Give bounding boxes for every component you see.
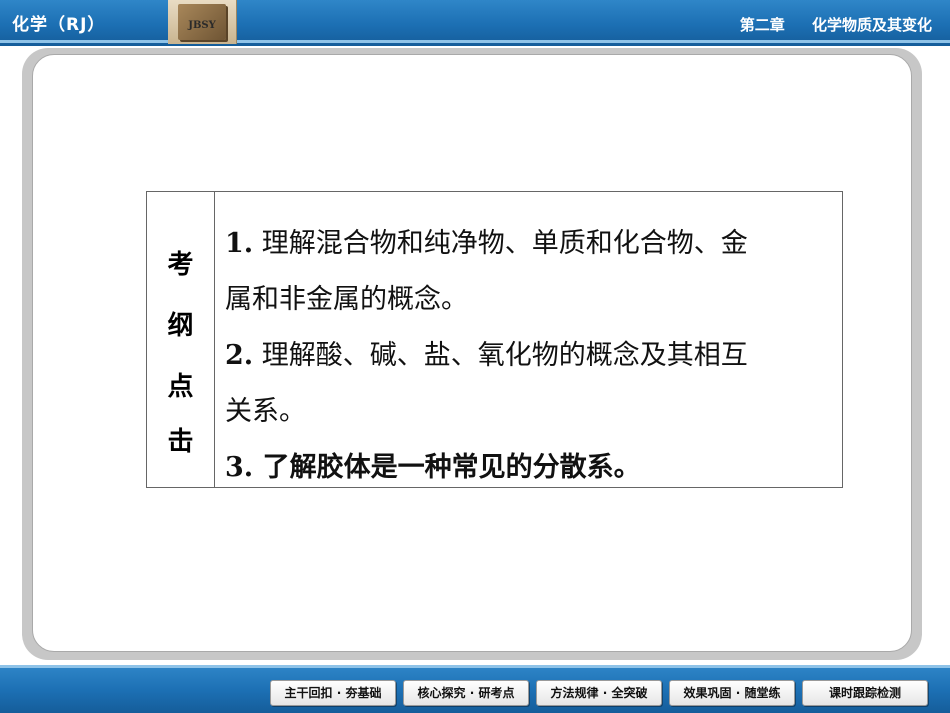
nav-button-explore[interactable]: 核心探究 · 研考点 [403, 680, 529, 706]
outline-item-1: 1. 理解混合物和纯净物、单质和化合物、金 属和非金属的概念。 [225, 216, 831, 328]
label-char: 纲 [167, 311, 194, 341]
item-text-continued: 关系。 [225, 396, 306, 427]
item-text: 了解胶体是一种常见的分散系。 [262, 452, 641, 483]
item-number: 3. [225, 452, 254, 483]
logo: JBSY [168, 0, 237, 44]
bottom-bar-highlight [0, 665, 950, 668]
chapter-number: 第二章 [739, 16, 785, 34]
logo-text: JBSY [188, 20, 216, 31]
outline-content: 1. 理解混合物和纯净物、单质和化合物、金 属和非金属的概念。 2. 理解酸、碱… [225, 216, 831, 496]
top-bar-highlight [0, 40, 950, 43]
item-text: 理解混合物和纯净物、单质和化合物、金 [261, 228, 748, 259]
label-char: 击 [167, 427, 194, 457]
item-number: 2. [225, 340, 254, 371]
item-number: 1. [225, 228, 254, 259]
item-text-continued: 属和非金属的概念。 [225, 284, 468, 315]
outline-box: 考 纲 点 击 1. 理解混合物和纯净物、单质和化合物、金 属和非金属的概念。 … [146, 191, 843, 488]
outline-item-2: 2. 理解酸、碱、盐、氧化物的概念及其相互 关系。 [225, 328, 831, 440]
label-char: 点 [167, 372, 194, 402]
label-char: 考 [167, 250, 194, 280]
item-text: 理解酸、碱、盐、氧化物的概念及其相互 [261, 340, 748, 371]
nav-button-methods[interactable]: 方法规律 · 全突破 [536, 680, 662, 706]
nav-button-review[interactable]: 主干回扣 · 夯基础 [270, 680, 396, 706]
chapter-heading: 第二章 化学物质及其变化 [718, 14, 932, 35]
subject-title: 化学（RJ） [12, 15, 106, 35]
nav-button-practice[interactable]: 效果巩固 · 随堂练 [669, 680, 795, 706]
outline-label: 考 纲 点 击 [147, 192, 215, 487]
chapter-title: 化学物质及其变化 [811, 16, 932, 34]
outline-item-3: 3. 了解胶体是一种常见的分散系。 [225, 440, 831, 496]
nav-button-tests[interactable]: 课时跟踪检测 [802, 680, 928, 706]
